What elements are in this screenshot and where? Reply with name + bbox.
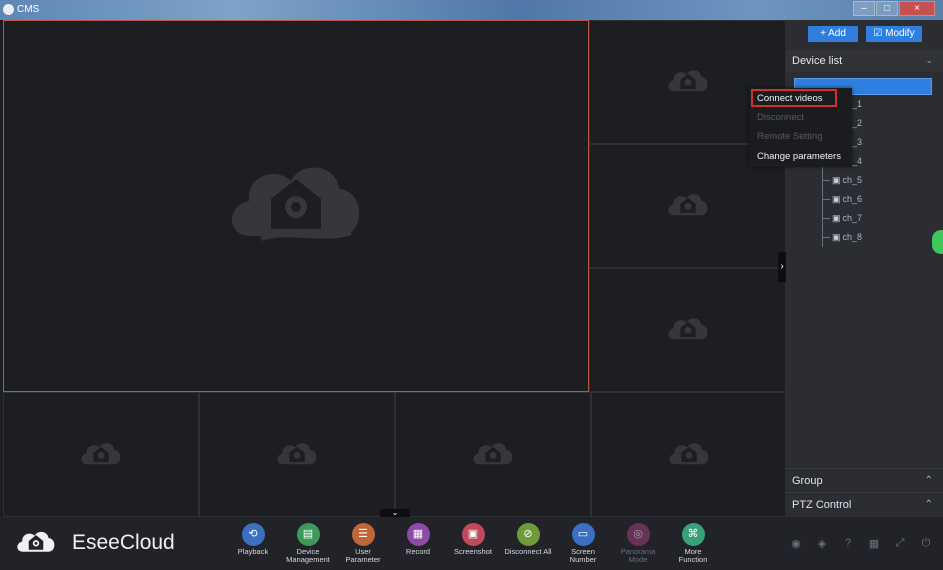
device-list-title: Device list [792, 55, 843, 67]
device-management-icon: ▤ [296, 523, 320, 546]
close-button[interactable]: × [899, 1, 935, 16]
screen-number-button[interactable]: ▭ Screen Number [556, 523, 610, 564]
window-title: CMS [17, 4, 40, 15]
expand-down-icon[interactable]: ⌄ [380, 509, 410, 517]
video-cell[interactable] [3, 392, 199, 517]
layout-icon[interactable]: ▦ [861, 537, 887, 550]
more-function-icon: ⌘ [681, 523, 705, 546]
camera-icon: ▣ [832, 213, 841, 223]
video-cell[interactable] [591, 392, 786, 517]
menu-item-change-parameters[interactable]: Change parameters [757, 151, 841, 162]
menu-item-remote-setting[interactable]: Remote Setting [757, 131, 822, 142]
power-icon[interactable]: ⏻ [913, 537, 939, 550]
eseecloud-logo-icon [81, 442, 121, 464]
eseecloud-logo-icon [231, 167, 360, 241]
video-cell[interactable] [589, 268, 786, 392]
menu-item-connect-videos[interactable]: Connect videos [757, 93, 822, 104]
add-button[interactable]: + Add [808, 26, 858, 42]
tree-item-ch6[interactable]: ▣ ch_6 [794, 190, 934, 209]
panorama-mode-icon: ◎ [626, 523, 650, 546]
record-icon: ▦ [406, 523, 430, 546]
modify-button[interactable]: ☑ Modify [866, 26, 922, 42]
video-cell[interactable] [199, 392, 395, 517]
camera-icon: ▣ [832, 175, 841, 185]
expand-right-icon[interactable]: › [778, 252, 786, 282]
fullscreen-icon[interactable]: ⤢ [887, 537, 913, 550]
tree-item-ch5[interactable]: ▣ ch_5 [794, 171, 934, 190]
playback-icon: ⟲ [241, 523, 265, 546]
tree-item-ch8[interactable]: ▣ ch_8 [794, 228, 934, 247]
group-header[interactable]: Group ⌃ [786, 468, 943, 492]
brand-name: EseeCloud [72, 531, 175, 554]
device-management-button[interactable]: ▤ Device Management [281, 523, 335, 564]
app-icon [3, 4, 14, 15]
eseecloud-logo-icon [473, 442, 513, 464]
record-circle-icon[interactable]: ◉ [783, 537, 809, 550]
video-cell-main[interactable] [3, 20, 589, 392]
toolbar-right-icons: ◉ ◈ ? ▦ ⤢ ⏻ [783, 537, 939, 550]
user-parameter-icon: ☰ [351, 523, 375, 546]
group-title: Group [792, 475, 823, 487]
screenshot-button[interactable]: ▣ Screenshot [446, 523, 500, 556]
camera-icon: ▣ [832, 194, 841, 204]
eseecloud-logo-icon [667, 70, 707, 92]
user-parameter-button[interactable]: ☰ User Parameter [336, 523, 390, 564]
window-controls: – □ × [852, 1, 935, 17]
eseecloud-logo-icon [667, 318, 707, 340]
screen-number-icon: ▭ [571, 523, 595, 546]
eseecloud-logo-icon [667, 194, 707, 216]
minimize-button[interactable]: – [853, 1, 875, 16]
chevron-up-icon[interactable]: ⌃ [925, 475, 933, 486]
video-grid [3, 20, 786, 517]
eseecloud-logo-icon [668, 442, 708, 464]
title-bar: CMS – □ × [0, 0, 943, 20]
help-icon[interactable]: ? [835, 537, 861, 550]
menu-item-disconnect[interactable]: Disconnect [757, 112, 804, 123]
playback-button[interactable]: ⟲ Playback [226, 523, 280, 556]
bottom-toolbar: EseeCloud ⟲ Playback ▤ Device Management… [0, 517, 943, 570]
device-list-header[interactable]: Device list ⌄ [786, 50, 943, 72]
floating-assist-button[interactable] [932, 230, 943, 254]
ptz-control-title: PTZ Control [792, 499, 852, 511]
video-cell[interactable] [395, 392, 591, 517]
disconnect-all-icon: ⊘ [516, 523, 540, 546]
context-menu: Connect videos Disconnect Remote Setting… [749, 88, 852, 167]
screenshot-icon: ▣ [461, 523, 485, 546]
chevron-up-icon[interactable]: ⌃ [925, 499, 933, 510]
panorama-mode-button[interactable]: ◎ Panorama Mode [611, 523, 665, 564]
camera-icon: ▣ [832, 232, 841, 242]
volume-icon[interactable]: ◈ [809, 537, 835, 550]
eseecloud-logo-icon [17, 531, 55, 552]
brand: EseeCloud [12, 527, 175, 559]
maximize-button[interactable]: □ [876, 1, 898, 16]
eseecloud-logo-icon [277, 442, 317, 464]
tree-item-ch7[interactable]: ▣ ch_7 [794, 209, 934, 228]
disconnect-all-button[interactable]: ⊘ Disconnect All [501, 523, 555, 556]
chevron-down-icon[interactable]: ⌄ [925, 55, 933, 66]
more-function-button[interactable]: ⌘ More Function [666, 523, 720, 564]
record-button[interactable]: ▦ Record [391, 523, 445, 556]
ptz-control-header[interactable]: PTZ Control ⌃ [786, 492, 943, 516]
